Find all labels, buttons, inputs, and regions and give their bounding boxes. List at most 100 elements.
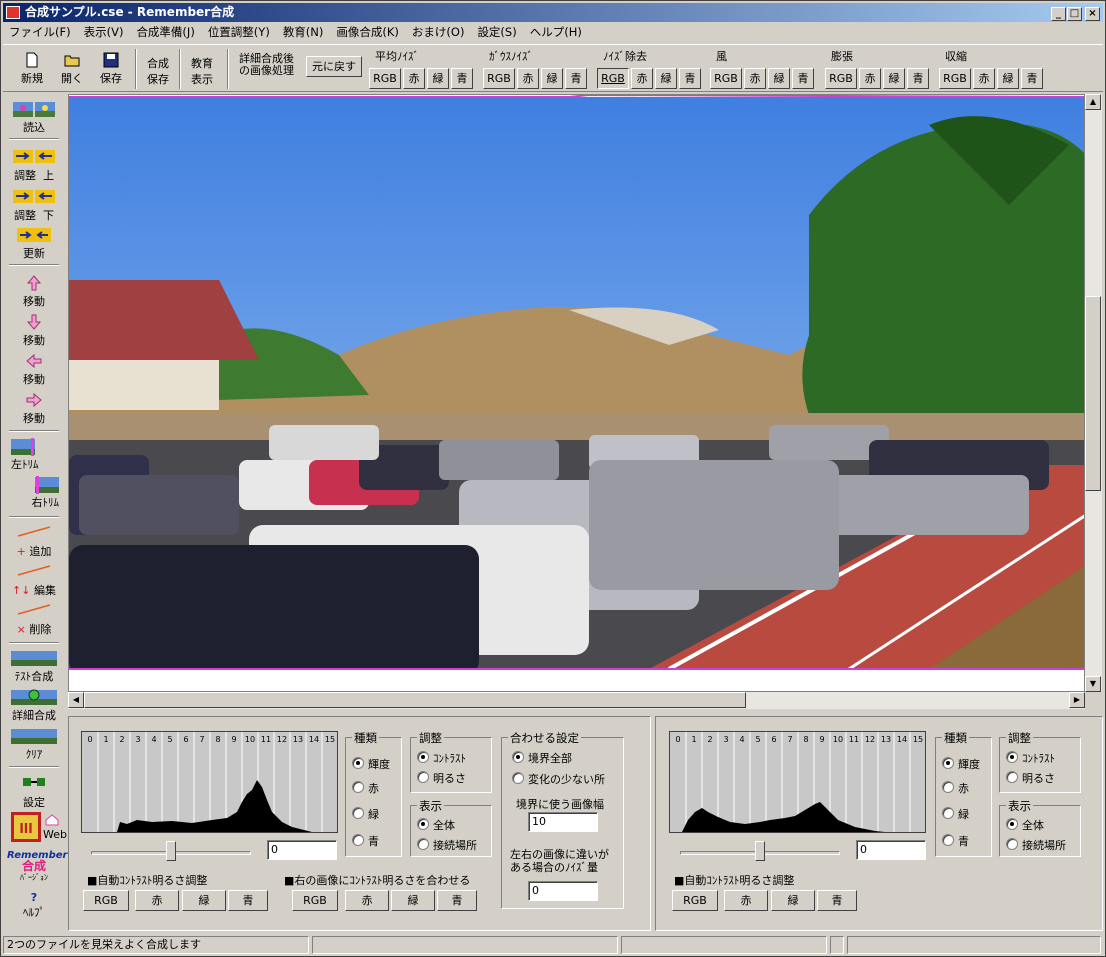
gauss-noise-rgb-button[interactable]: RGB bbox=[483, 68, 515, 89]
wind-red-button[interactable]: 赤 bbox=[744, 68, 766, 89]
menu-view[interactable]: 表示(V) bbox=[84, 24, 124, 40]
erode-red-button[interactable]: 赤 bbox=[973, 68, 995, 89]
move-left-button[interactable]: 移動 bbox=[7, 352, 61, 387]
scroll-left-arrow-icon[interactable]: ◀ bbox=[68, 692, 84, 708]
erode-blue-button[interactable]: 青 bbox=[1021, 68, 1043, 89]
vertical-scroll-thumb[interactable] bbox=[1085, 296, 1101, 491]
average-noise-green-button[interactable]: 緑 bbox=[427, 68, 449, 89]
right-adjust-brightness-radio[interactable]: 明るさ bbox=[1006, 770, 1055, 786]
update-button[interactable]: 更新 bbox=[7, 226, 61, 261]
detail-compose-button[interactable]: 詳細合成 bbox=[7, 688, 61, 723]
left-kind-red-radio[interactable]: 赤 bbox=[352, 780, 379, 796]
right-blue-button[interactable]: 青 bbox=[817, 890, 857, 911]
move-down-button[interactable]: 移動 bbox=[7, 313, 61, 348]
right-auto-adjust-label[interactable]: ■自動ｺﾝﾄﾗｽﾄ明るさ調整 bbox=[674, 872, 794, 888]
left-kind-green-radio[interactable]: 緑 bbox=[352, 806, 379, 822]
left-adjust-contrast-radio[interactable]: ｺﾝﾄﾗｽﾄ bbox=[417, 750, 466, 766]
match-green-button[interactable]: 緑 bbox=[391, 890, 435, 911]
menu-help[interactable]: ヘルプ(H) bbox=[530, 24, 582, 40]
right-level-value[interactable]: 0 bbox=[856, 840, 926, 860]
left-rgb-button[interactable]: RGB bbox=[83, 890, 129, 911]
dilate-green-button[interactable]: 緑 bbox=[883, 68, 905, 89]
horizontal-scroll-thumb[interactable] bbox=[84, 692, 746, 708]
right-adjust-contrast-radio[interactable]: ｺﾝﾄﾗｽﾄ bbox=[1006, 750, 1055, 766]
menu-file[interactable]: ファイル(F) bbox=[9, 24, 71, 40]
left-auto-adjust-label[interactable]: ■自動ｺﾝﾄﾗｽﾄ明るさ調整 bbox=[87, 872, 207, 888]
noise-removal-rgb-button[interactable]: RGB bbox=[597, 68, 629, 89]
save-button[interactable]: 保存 bbox=[92, 49, 130, 89]
match-all-border-radio[interactable]: 境界全部 bbox=[512, 750, 572, 766]
menu-extras[interactable]: おまけ(O) bbox=[412, 24, 465, 40]
scroll-up-arrow-icon[interactable]: ▲ bbox=[1085, 94, 1101, 110]
image-viewport[interactable] bbox=[68, 94, 1085, 692]
erode-green-button[interactable]: 緑 bbox=[997, 68, 1019, 89]
right-kind-red-radio[interactable]: 赤 bbox=[942, 780, 969, 796]
menu-position[interactable]: 位置調整(Y) bbox=[208, 24, 270, 40]
app-icon[interactable] bbox=[6, 6, 20, 19]
test-compose-button[interactable]: ﾃｽﾄ合成 bbox=[7, 649, 61, 684]
restore-button[interactable]: 元に戻す bbox=[306, 56, 362, 77]
left-trim-button[interactable]: 左ﾄﾘﾑ bbox=[7, 438, 61, 472]
match-blue-button[interactable]: 青 bbox=[437, 890, 477, 911]
average-noise-rgb-button[interactable]: RGB bbox=[369, 68, 401, 89]
right-red-button[interactable]: 赤 bbox=[724, 890, 768, 911]
wind-blue-button[interactable]: 青 bbox=[792, 68, 814, 89]
match-red-button[interactable]: 赤 bbox=[345, 890, 389, 911]
match-rgb-button[interactable]: RGB bbox=[292, 890, 338, 911]
match-right-label[interactable]: ■右の画像にｺﾝﾄﾗｽﾄ明るさを合わせる bbox=[284, 872, 470, 888]
right-display-all-radio[interactable]: 全体 bbox=[1006, 817, 1044, 833]
left-red-button[interactable]: 赤 bbox=[135, 890, 179, 911]
new-button[interactable]: 新規 bbox=[13, 49, 51, 89]
gauss-noise-red-button[interactable]: 赤 bbox=[517, 68, 539, 89]
move-right-button[interactable]: 移動 bbox=[7, 391, 61, 426]
gauss-noise-blue-button[interactable]: 青 bbox=[565, 68, 587, 89]
border-width-input[interactable]: 10 bbox=[528, 812, 598, 832]
dilate-red-button[interactable]: 赤 bbox=[859, 68, 881, 89]
maximize-button[interactable]: □ bbox=[1067, 7, 1082, 21]
version-button[interactable]: Remember 合成 ﾊﾞｰｼﾞｮﾝ bbox=[7, 850, 67, 883]
right-green-button[interactable]: 緑 bbox=[771, 890, 815, 911]
menu-compose[interactable]: 画像合成(K) bbox=[336, 24, 399, 40]
average-noise-blue-button[interactable]: 青 bbox=[451, 68, 473, 89]
clear-button[interactable]: ｸﾘｱ bbox=[7, 727, 61, 762]
right-rgb-button[interactable]: RGB bbox=[672, 890, 718, 911]
load-button[interactable]: 読込 bbox=[7, 100, 61, 135]
slider-thumb[interactable] bbox=[755, 841, 765, 861]
minimize-button[interactable]: _ bbox=[1051, 7, 1066, 21]
left-kind-luminance-radio[interactable]: 輝度 bbox=[352, 756, 390, 772]
right-display-joint-radio[interactable]: 接続場所 bbox=[1006, 837, 1066, 853]
edit-line-button[interactable]: ↑↓ 編集 bbox=[7, 563, 61, 598]
noise-removal-green-button[interactable]: 緑 bbox=[655, 68, 677, 89]
title-bar[interactable]: 合成サンプル.cse - Remember合成 _ □ × bbox=[3, 3, 1103, 22]
move-up-button[interactable]: 移動 bbox=[7, 274, 61, 309]
add-line-button[interactable]: + 追加 bbox=[7, 524, 61, 559]
erode-rgb-button[interactable]: RGB bbox=[939, 68, 971, 89]
right-kind-luminance-radio[interactable]: 輝度 bbox=[942, 756, 980, 772]
gauss-noise-green-button[interactable]: 緑 bbox=[541, 68, 563, 89]
left-adjust-brightness-radio[interactable]: 明るさ bbox=[417, 770, 466, 786]
dilate-blue-button[interactable]: 青 bbox=[907, 68, 929, 89]
right-kind-green-radio[interactable]: 緑 bbox=[942, 806, 969, 822]
menu-education[interactable]: 教育(N) bbox=[283, 24, 324, 40]
left-level-slider[interactable] bbox=[91, 837, 253, 863]
menu-prepare[interactable]: 合成準備(J) bbox=[136, 24, 194, 40]
slider-thumb[interactable] bbox=[166, 841, 176, 861]
wind-green-button[interactable]: 緑 bbox=[768, 68, 790, 89]
noise-removal-blue-button[interactable]: 青 bbox=[679, 68, 701, 89]
left-display-joint-radio[interactable]: 接続場所 bbox=[417, 837, 477, 853]
left-level-value[interactable]: 0 bbox=[267, 840, 337, 860]
match-low-change-radio[interactable]: 変化の少ない所 bbox=[512, 771, 605, 787]
settings-button[interactable]: 設定 bbox=[7, 775, 61, 810]
dilate-rgb-button[interactable]: RGB bbox=[825, 68, 857, 89]
right-level-slider[interactable] bbox=[680, 837, 842, 863]
help-button[interactable]: ? ﾍﾙﾌﾟ bbox=[7, 891, 61, 920]
horizontal-scrollbar[interactable]: ◀ ▶ bbox=[68, 692, 1085, 709]
open-button[interactable]: 開く bbox=[53, 49, 91, 89]
left-display-all-radio[interactable]: 全体 bbox=[417, 817, 455, 833]
scroll-right-arrow-icon[interactable]: ▶ bbox=[1069, 692, 1085, 708]
left-kind-blue-radio[interactable]: 青 bbox=[352, 833, 379, 849]
education-show-button[interactable]: 教育 表示 bbox=[183, 49, 221, 89]
left-blue-button[interactable]: 青 bbox=[228, 890, 268, 911]
compose-save-button[interactable]: 合成 保存 bbox=[139, 49, 177, 89]
wind-rgb-button[interactable]: RGB bbox=[710, 68, 742, 89]
